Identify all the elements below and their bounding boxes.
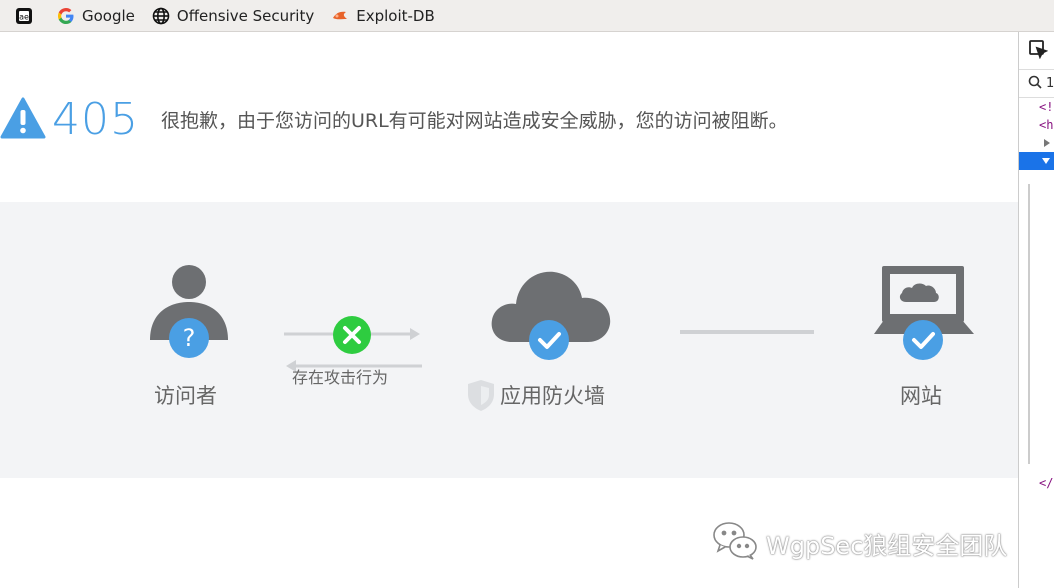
dom-node[interactable]: <!: [1019, 98, 1054, 116]
website-label: 网站: [900, 384, 942, 408]
error-header: 405 很抱歉，由于您访问的URL有可能对网站造成安全威胁，您的访问被阻断。: [0, 94, 788, 145]
devtools-search[interactable]: 1: [1019, 70, 1054, 98]
devtools-panel: 1 <! <h </: [1018, 32, 1054, 588]
visitor-user-icon: ?: [150, 265, 228, 358]
watermark: WgpSec狼组安全团队: [712, 520, 1007, 566]
connector-line: [680, 330, 814, 334]
google-icon: [56, 6, 76, 26]
dom-node[interactable]: <h: [1019, 116, 1054, 134]
dom-node-selected[interactable]: [1019, 152, 1054, 170]
bookmark-exploit-db[interactable]: Exploit-DB: [330, 6, 435, 26]
shield-icon: [466, 378, 496, 416]
cloud-waf-icon: [491, 271, 611, 360]
exploit-db-icon: [330, 6, 350, 26]
page-content: 405 很抱歉，由于您访问的URL有可能对网站造成安全威胁，您的访问被阻断。 ?…: [0, 32, 1018, 588]
ae-app-icon: ae: [14, 6, 34, 26]
svg-text:?: ?: [183, 324, 196, 352]
triangle-down-icon: [1042, 158, 1050, 164]
bookmark-label: Offensive Security: [176, 6, 315, 25]
dom-node-close[interactable]: </: [1019, 474, 1053, 492]
bookmark-google[interactable]: Google: [56, 6, 135, 26]
bookmarks-bar: ae Google Offensive Security Exploit-DB: [0, 0, 1054, 32]
visitor-label: 访问者: [154, 384, 217, 408]
globe-icon: [151, 6, 171, 26]
bookmark-label: Google: [82, 6, 135, 25]
bookmark-ae[interactable]: ae: [14, 6, 40, 26]
bookmark-offensive-security[interactable]: Offensive Security: [151, 6, 314, 26]
triangle-right-icon: [1044, 139, 1050, 147]
laptop-website-icon: [874, 266, 974, 360]
warning-icon: [0, 97, 46, 143]
attack-label: 存在攻击行为: [292, 368, 389, 387]
diagram-band: ? 访问者 存在攻击行为 应用防火墙 网站: [0, 202, 1018, 478]
dom-node-collapsed[interactable]: [1019, 134, 1054, 152]
element-picker-icon[interactable]: [1028, 39, 1049, 63]
bookmark-label: Exploit-DB: [356, 6, 435, 25]
svg-text:ae: ae: [19, 12, 29, 21]
error-message: 很抱歉，由于您访问的URL有可能对网站造成安全威胁，您的访问被阻断。: [160, 110, 788, 132]
devtools-toolbar: [1019, 32, 1054, 70]
error-code: 405: [52, 94, 139, 145]
search-text: 1: [1046, 76, 1054, 91]
watermark-text: WgpSec狼组安全团队: [766, 531, 1008, 560]
waf-label: 应用防火墙: [500, 384, 605, 408]
devtools-indent-guide: [1028, 184, 1030, 464]
search-icon: [1028, 75, 1042, 93]
wechat-icon: [712, 520, 758, 566]
